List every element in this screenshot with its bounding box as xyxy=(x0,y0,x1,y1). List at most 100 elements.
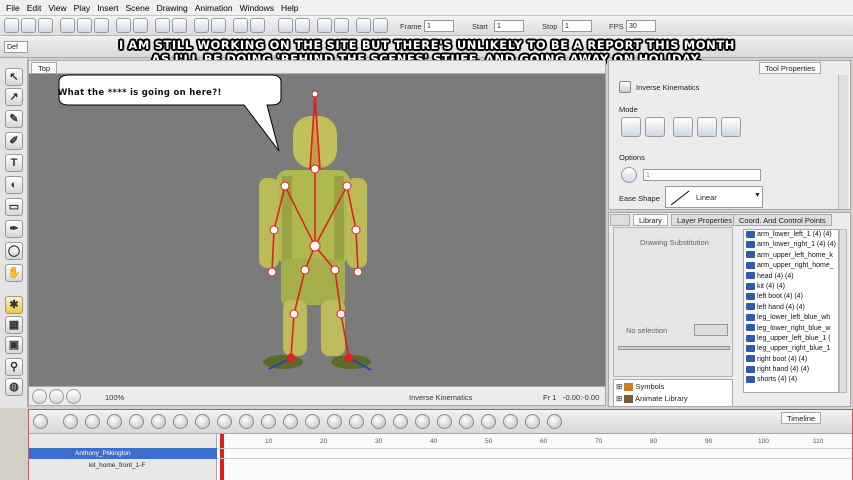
menu-drawing[interactable]: Drawing xyxy=(157,3,188,13)
list-item[interactable]: leg_upper_left_blue_1 ( xyxy=(744,334,838,344)
cut-icon[interactable] xyxy=(60,18,75,33)
zoom-in-icon[interactable] xyxy=(233,18,248,33)
ease-icon[interactable] xyxy=(151,414,166,429)
list-item[interactable]: right boot (4) (4) xyxy=(744,355,838,365)
reset-view-icon[interactable] xyxy=(32,389,47,404)
cycle-icon[interactable] xyxy=(327,414,342,429)
min-max-angle-icon[interactable] xyxy=(645,117,665,137)
layer-row[interactable]: Anthony_Pilkington xyxy=(29,448,217,459)
stop-icon[interactable] xyxy=(356,18,371,33)
shape-tool-icon[interactable]: ◯ xyxy=(5,242,23,260)
tab-coord-control-points[interactable]: Coord. And Control Points xyxy=(733,214,832,226)
list-item[interactable]: arm_lower_left_1 (4) (4) xyxy=(744,230,838,240)
menu-play[interactable]: Play xyxy=(74,3,91,13)
remove-keyframe-icon[interactable] xyxy=(85,414,100,429)
crop-tool-icon[interactable]: ▣ xyxy=(5,336,23,354)
tab-library[interactable]: Library xyxy=(633,214,668,226)
brush-tool-icon[interactable]: ✎ xyxy=(5,110,23,128)
rotate-view-icon[interactable] xyxy=(49,389,64,404)
menu-insert[interactable]: Insert xyxy=(97,3,118,13)
contour-editor-icon[interactable]: ↗ xyxy=(5,88,23,106)
timeline-frames[interactable]: 10 20 30 40 50 60 70 80 90 100 110 xyxy=(217,434,852,480)
ik-mode-icon[interactable] xyxy=(621,117,641,137)
pencil-tool-icon[interactable]: ✐ xyxy=(5,132,23,150)
tool-properties-scrollbar[interactable] xyxy=(838,75,848,209)
new-icon[interactable] xyxy=(4,18,19,33)
paste-icon[interactable] xyxy=(94,18,109,33)
snap-icon[interactable] xyxy=(437,414,452,429)
motion-keyframe-icon[interactable] xyxy=(107,414,122,429)
list-item[interactable]: right hand (4) (4) xyxy=(744,365,838,375)
zoom-out-icon[interactable] xyxy=(250,18,265,33)
list-item[interactable]: head (4) (4) xyxy=(744,272,838,282)
select-tool-icon[interactable]: ↖ xyxy=(5,68,23,86)
export-icon[interactable] xyxy=(172,18,187,33)
list-item[interactable]: arm_lower_right_1 (4) (4) xyxy=(744,240,838,250)
ease-shape-dropdown[interactable]: Linear ▼ xyxy=(665,186,763,208)
stop-field[interactable]: 1 xyxy=(562,20,592,32)
transform-tool-icon[interactable]: ✱ xyxy=(5,296,23,314)
frame-field[interactable]: 1 xyxy=(424,20,454,32)
last-frame-icon[interactable] xyxy=(373,18,388,33)
tree-item-symbols[interactable]: ⊞ Symbols xyxy=(616,382,664,392)
group-icon[interactable] xyxy=(349,414,364,429)
paint-tool-icon[interactable]: ◐ xyxy=(5,176,23,194)
menu-edit[interactable]: Edit xyxy=(27,3,42,13)
camera-icon[interactable] xyxy=(547,414,562,429)
mark-icon[interactable] xyxy=(459,414,474,429)
pin-icon[interactable] xyxy=(697,117,717,137)
tab-top-view[interactable]: Top xyxy=(31,62,58,74)
import-icon[interactable] xyxy=(155,18,170,33)
extend-exposure-icon[interactable] xyxy=(173,414,188,429)
close-icon[interactable] xyxy=(481,414,496,429)
frame-row[interactable] xyxy=(217,448,852,459)
morph-tool-icon[interactable]: ◍ xyxy=(5,378,23,396)
reverse-icon[interactable] xyxy=(261,414,276,429)
menu-scene[interactable]: Scene xyxy=(125,3,149,13)
options-icon[interactable] xyxy=(621,167,637,183)
menu-file[interactable]: File xyxy=(6,3,20,13)
fps-field[interactable]: 30 xyxy=(626,20,656,32)
start-field[interactable]: 1 xyxy=(494,20,524,32)
list-item[interactable]: arm_upper_left_home_k xyxy=(744,251,838,261)
menu-view[interactable]: View xyxy=(48,3,66,13)
add-drawing-icon[interactable] xyxy=(195,414,210,429)
eraser-tool-icon[interactable]: ▭ xyxy=(5,198,23,216)
options-field[interactable]: 1 xyxy=(643,169,761,181)
peg-icon[interactable] xyxy=(371,414,386,429)
list-item[interactable]: left hand (4) (4) xyxy=(744,303,838,313)
onion-skin-icon[interactable] xyxy=(393,414,408,429)
tab-tool-properties[interactable]: Tool Properties xyxy=(759,62,822,74)
dropper-tool-icon[interactable]: ✒ xyxy=(5,220,23,238)
menu-animation[interactable]: Animation xyxy=(195,3,233,13)
list-item[interactable]: arm_upper_right_home_ xyxy=(744,261,838,271)
zoom-level[interactable]: 100% xyxy=(105,393,124,402)
list-item[interactable]: leg_upper_right_blue_1 xyxy=(744,344,838,354)
sequence-icon[interactable] xyxy=(305,414,320,429)
menu-help[interactable]: Help xyxy=(281,3,298,13)
list-item[interactable]: leg_lower_left_blue_wh xyxy=(744,313,838,323)
flip-icon[interactable] xyxy=(283,414,298,429)
copy-icon[interactable] xyxy=(77,18,92,33)
tab-timeline[interactable]: Timeline xyxy=(781,412,822,424)
list-item[interactable]: left boot (4) (4) xyxy=(744,292,838,302)
stop-motion-icon[interactable] xyxy=(129,414,144,429)
loop-icon[interactable] xyxy=(317,18,332,33)
anchor-icon[interactable] xyxy=(721,117,741,137)
menu-windows[interactable]: Windows xyxy=(240,3,274,13)
layer-row[interactable]: kit_home_front_1-F xyxy=(29,460,217,471)
sound-scrub-icon[interactable] xyxy=(525,414,540,429)
substitution-field[interactable] xyxy=(694,324,728,336)
timeline-menu-icon[interactable] xyxy=(33,414,48,429)
play-first-icon[interactable] xyxy=(278,18,293,33)
preview-icon[interactable] xyxy=(211,18,226,33)
add-keyframe-icon[interactable] xyxy=(63,414,78,429)
list-item[interactable]: kit (4) (4) xyxy=(744,282,838,292)
hold-icon[interactable] xyxy=(673,117,693,137)
mute-icon[interactable] xyxy=(503,414,518,429)
duplicate-icon[interactable] xyxy=(217,414,232,429)
hand-tool-icon[interactable]: ✋ xyxy=(5,264,23,282)
sound-icon[interactable] xyxy=(334,18,349,33)
insert-icon[interactable] xyxy=(239,414,254,429)
panel-menu-icon[interactable] xyxy=(610,214,630,226)
